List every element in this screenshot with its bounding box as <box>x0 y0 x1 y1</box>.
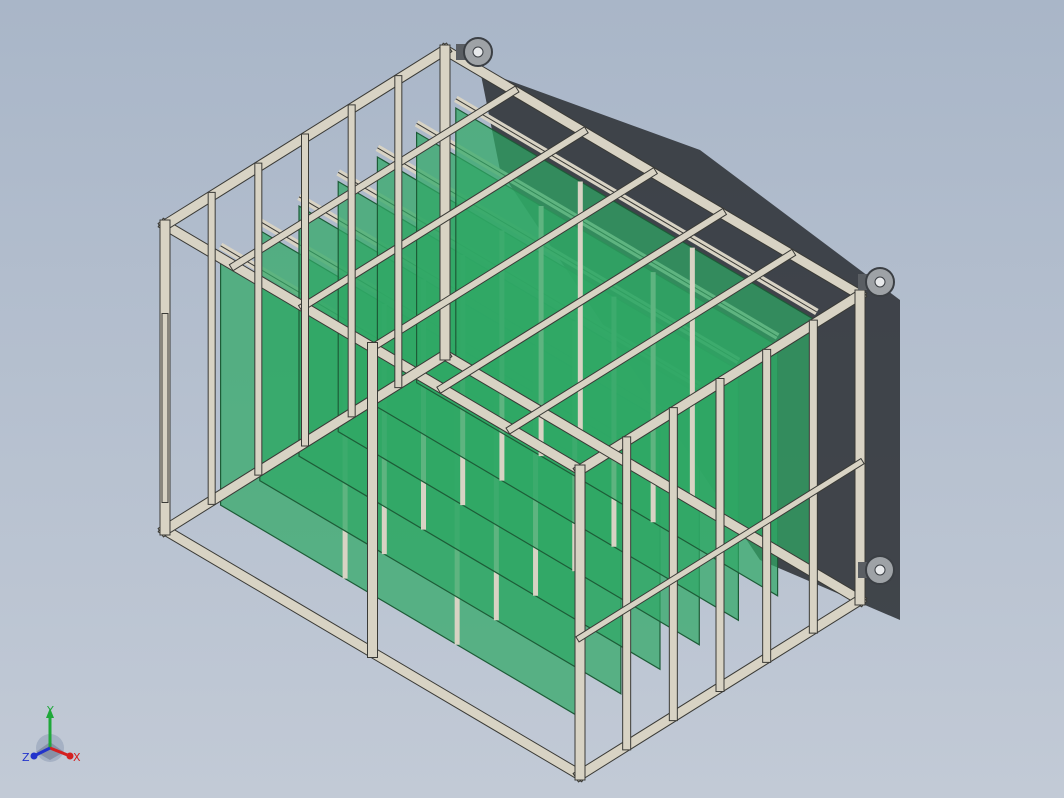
axis-triad: Y X Z <box>22 704 81 764</box>
z-axis-arrow-icon <box>30 752 38 760</box>
y-axis-label: Y <box>46 704 54 717</box>
caster-hub <box>874 276 886 288</box>
x-axis-label: X <box>73 751 81 764</box>
caster-hub <box>472 46 484 58</box>
z-axis-label: Z <box>22 751 30 764</box>
model-view[interactable]: Y X Z <box>0 0 1064 798</box>
cad-viewport[interactable]: Y X Z <box>0 0 1064 798</box>
caster-hub <box>874 564 886 576</box>
